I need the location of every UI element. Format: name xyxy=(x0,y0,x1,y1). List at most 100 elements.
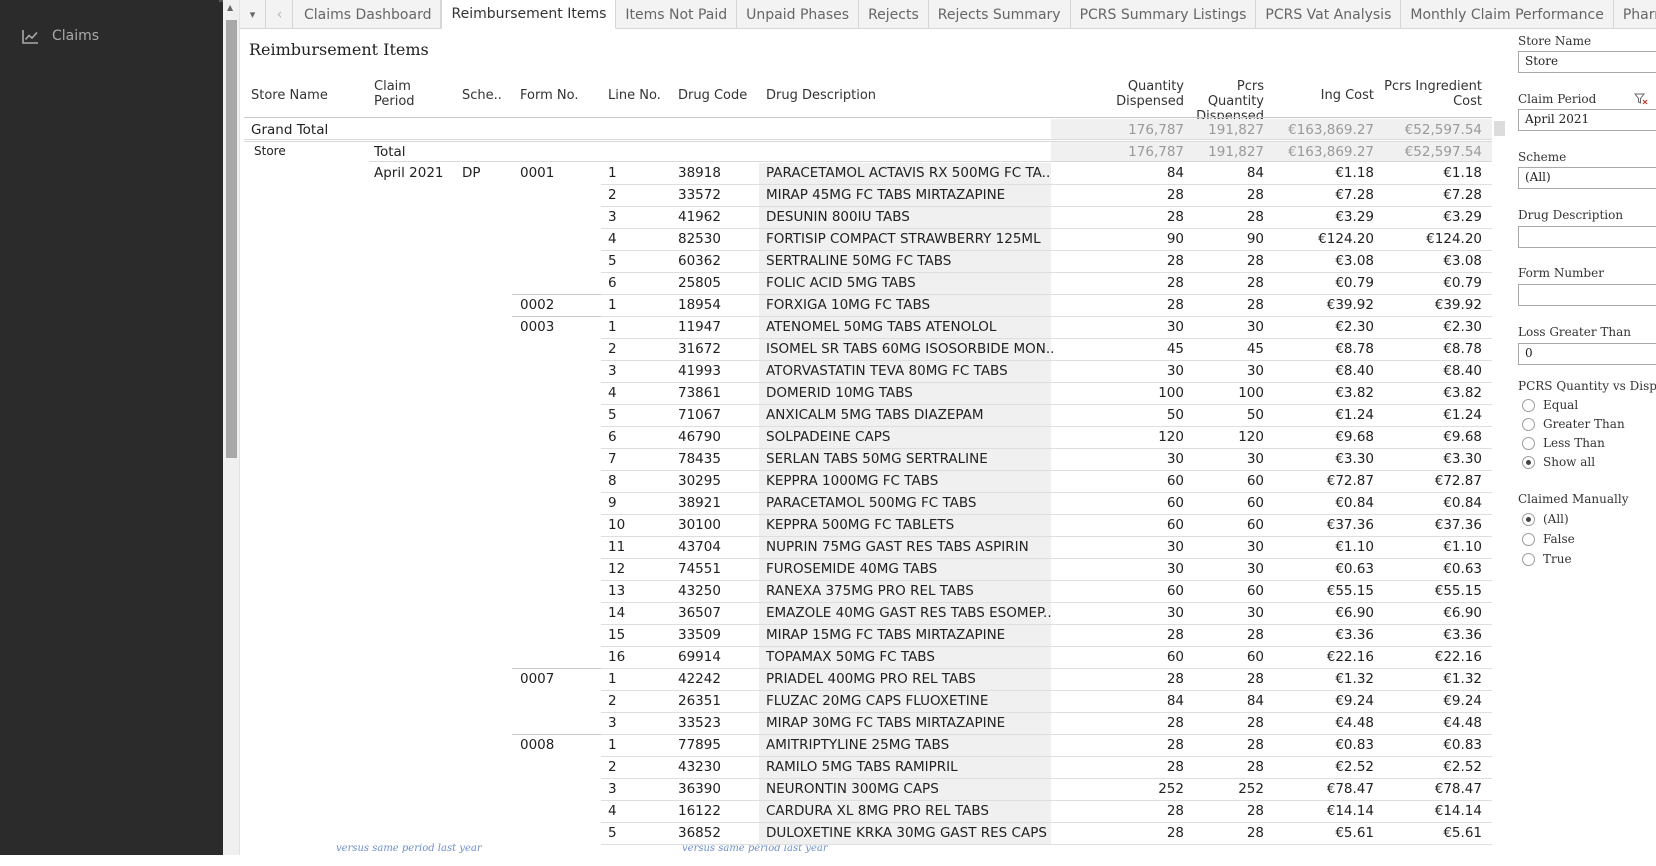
ing-cost-cell: €0.79 xyxy=(1335,275,1374,291)
radio-option-pcrs-quantity[interactable]: Equal xyxy=(1522,398,1578,412)
ing-cost-cell: €8.40 xyxy=(1335,363,1374,379)
line-no-cell: 1 xyxy=(608,671,617,687)
header-line: Claim xyxy=(374,79,411,94)
drug-code-cell: 26351 xyxy=(678,693,721,709)
form-number-input[interactable] xyxy=(1518,284,1656,306)
drug-code-cell: 71067 xyxy=(678,407,721,423)
store-total-ing-cost: €163,869.27 xyxy=(1288,144,1374,160)
header-line: Dispensed xyxy=(1116,94,1184,109)
store-name-select[interactable]: Store ▼ xyxy=(1518,51,1656,73)
radio-option-claimed-manually[interactable]: True xyxy=(1522,552,1572,566)
sheet-tab[interactable]: Reimbursement Items xyxy=(441,0,617,29)
column-header-store-name[interactable]: Store Name xyxy=(251,88,328,103)
radio-unselected-icon[interactable] xyxy=(1522,417,1535,431)
column-header-line-no[interactable]: Line No. xyxy=(608,88,661,103)
column-header-scheme[interactable]: Sche.. xyxy=(462,88,502,103)
drug-description-input[interactable] xyxy=(1518,226,1656,248)
pcrs-quantity-cell: 28 xyxy=(1246,297,1264,313)
quantity-dispensed-cell: 30 xyxy=(1166,605,1184,621)
store-total-pcrs-ing-cost: €52,597.54 xyxy=(1404,144,1482,160)
quantity-dispensed-cell: 28 xyxy=(1166,671,1184,687)
drug-description-cell: FUROSEMIDE 40MG TABS xyxy=(766,561,938,577)
sheet-tab[interactable]: Rejects xyxy=(859,0,929,29)
pcrs-quantity-cell: 60 xyxy=(1246,495,1264,511)
radio-option-pcrs-quantity[interactable]: Less Than xyxy=(1522,436,1605,450)
pcrs-quantity-cell: 84 xyxy=(1246,165,1264,181)
scheme-select[interactable]: (All) ▼ xyxy=(1518,167,1656,189)
sidebar-item-label: Claims xyxy=(52,28,100,44)
radio-selected-icon[interactable] xyxy=(1522,512,1535,526)
sheet-tab[interactable]: Monthly Claim Performance xyxy=(1401,0,1614,29)
grand-total-ing-cost: €163,869.27 xyxy=(1288,122,1374,138)
header-line: Pcrs Ingredient xyxy=(1384,79,1482,94)
sheet-tab[interactable]: PCRS Summary Listings xyxy=(1071,0,1257,29)
column-header-ing-cost[interactable]: Ing Cost xyxy=(1264,88,1374,103)
drug-code-cell: 74551 xyxy=(678,561,721,577)
line-no-cell: 3 xyxy=(608,209,617,225)
ing-cost-cell: €0.63 xyxy=(1335,561,1374,577)
sheet-tab[interactable]: Items Not Paid xyxy=(616,0,738,29)
radio-unselected-icon[interactable] xyxy=(1522,532,1535,546)
quantity-dispensed-cell: 30 xyxy=(1166,319,1184,335)
radio-option-pcrs-quantity[interactable]: Show all xyxy=(1522,455,1595,469)
ing-cost-cell: €14.14 xyxy=(1326,803,1374,819)
ing-cost-cell: €72.87 xyxy=(1326,473,1374,489)
line-no-cell: 11 xyxy=(608,539,626,555)
pcrs-quantity-cell: 50 xyxy=(1246,407,1264,423)
claim-period-select[interactable]: April 2021 ▼ xyxy=(1518,109,1656,131)
quantity-dispensed-cell: 60 xyxy=(1166,495,1184,511)
drug-code-cell: 11947 xyxy=(678,319,721,335)
column-header-form-no[interactable]: Form No. xyxy=(520,88,578,103)
quantity-dispensed-cell: 84 xyxy=(1166,165,1184,181)
table-scrollbar-thumb[interactable] xyxy=(1494,121,1505,136)
sheet-tab[interactable]: Unpaid Phases xyxy=(737,0,860,29)
sheet-tab-bar: ▾ ‹ Claims Dashboard Reimbursement Items I… xyxy=(240,0,1656,29)
tab-scroll-left-icon[interactable]: ‹ xyxy=(267,0,293,28)
sheet-tab[interactable]: PCRS Vat Analysis xyxy=(1256,0,1402,29)
radio-option-claimed-manually[interactable]: False xyxy=(1522,532,1575,546)
quantity-dispensed-cell: 84 xyxy=(1166,693,1184,709)
filter-clear-icon[interactable] xyxy=(1634,93,1648,105)
pcrs-quantity-cell: 252 xyxy=(1238,781,1264,797)
sheet-tab[interactable]: Pharr xyxy=(1614,0,1656,29)
sidebar-item-claims[interactable]: Claims xyxy=(22,28,99,44)
ing-cost-cell: €0.84 xyxy=(1335,495,1374,511)
ing-cost-cell: €22.16 xyxy=(1326,649,1374,665)
quantity-dispensed-cell: 90 xyxy=(1166,231,1184,247)
line-no-cell: 6 xyxy=(608,429,617,445)
column-header-pcrs-ingredient-cost[interactable]: Pcrs Ingredient Cost xyxy=(1374,79,1482,109)
column-header-quantity-dispensed[interactable]: Quantity Dispensed xyxy=(1057,79,1184,109)
drug-description-cell: FLUZAC 20MG CAPS FLUOXETINE xyxy=(766,693,989,709)
sheet-tab[interactable]: Claims Dashboard xyxy=(295,0,442,29)
loss-greater-than-input[interactable]: 0 xyxy=(1518,343,1656,365)
store-total-label: Total xyxy=(374,144,406,160)
tab-list-dropdown-icon[interactable]: ▾ xyxy=(240,0,266,28)
quantity-dispensed-cell: 252 xyxy=(1158,781,1184,797)
form-no-cell: 0001 xyxy=(520,165,555,181)
drug-description-cell: MIRAP 15MG FC TABS MIRTAZAPINE xyxy=(766,627,1006,643)
radio-option-claimed-manually[interactable]: (All) xyxy=(1522,512,1569,526)
ing-cost-cell: €55.15 xyxy=(1326,583,1374,599)
table-scrollbar[interactable] xyxy=(1492,118,1506,846)
ing-cost-cell: €3.29 xyxy=(1335,209,1374,225)
drug-code-cell: 78435 xyxy=(678,451,721,467)
scrollbar-thumb[interactable] xyxy=(226,20,237,458)
page-scrollbar[interactable]: ▲ xyxy=(223,0,240,855)
radio-unselected-icon[interactable] xyxy=(1522,436,1535,450)
line-no-cell: 3 xyxy=(608,715,617,731)
pcrs-ing-cost-cell: €1.24 xyxy=(1443,407,1482,423)
scroll-up-icon[interactable]: ▲ xyxy=(227,3,233,12)
radio-option-pcrs-quantity[interactable]: Greater Than xyxy=(1522,417,1625,431)
pcrs-quantity-cell: 30 xyxy=(1246,363,1264,379)
column-header-drug-description[interactable]: Drug Description xyxy=(766,88,876,103)
sheet-tab[interactable]: Rejects Summary xyxy=(929,0,1071,29)
radio-selected-icon[interactable] xyxy=(1522,455,1535,469)
column-header-claim-period[interactable]: Claim Period xyxy=(374,79,415,109)
filter-label-claimed-manually: Claimed Manually xyxy=(1518,492,1629,506)
pcrs-quantity-cell: 28 xyxy=(1246,671,1264,687)
column-header-drug-code[interactable]: Drug Code xyxy=(678,88,747,103)
line-no-cell: 16 xyxy=(608,649,626,665)
radio-unselected-icon[interactable] xyxy=(1522,552,1535,566)
radio-unselected-icon[interactable] xyxy=(1522,398,1535,412)
line-no-cell: 2 xyxy=(608,693,617,709)
